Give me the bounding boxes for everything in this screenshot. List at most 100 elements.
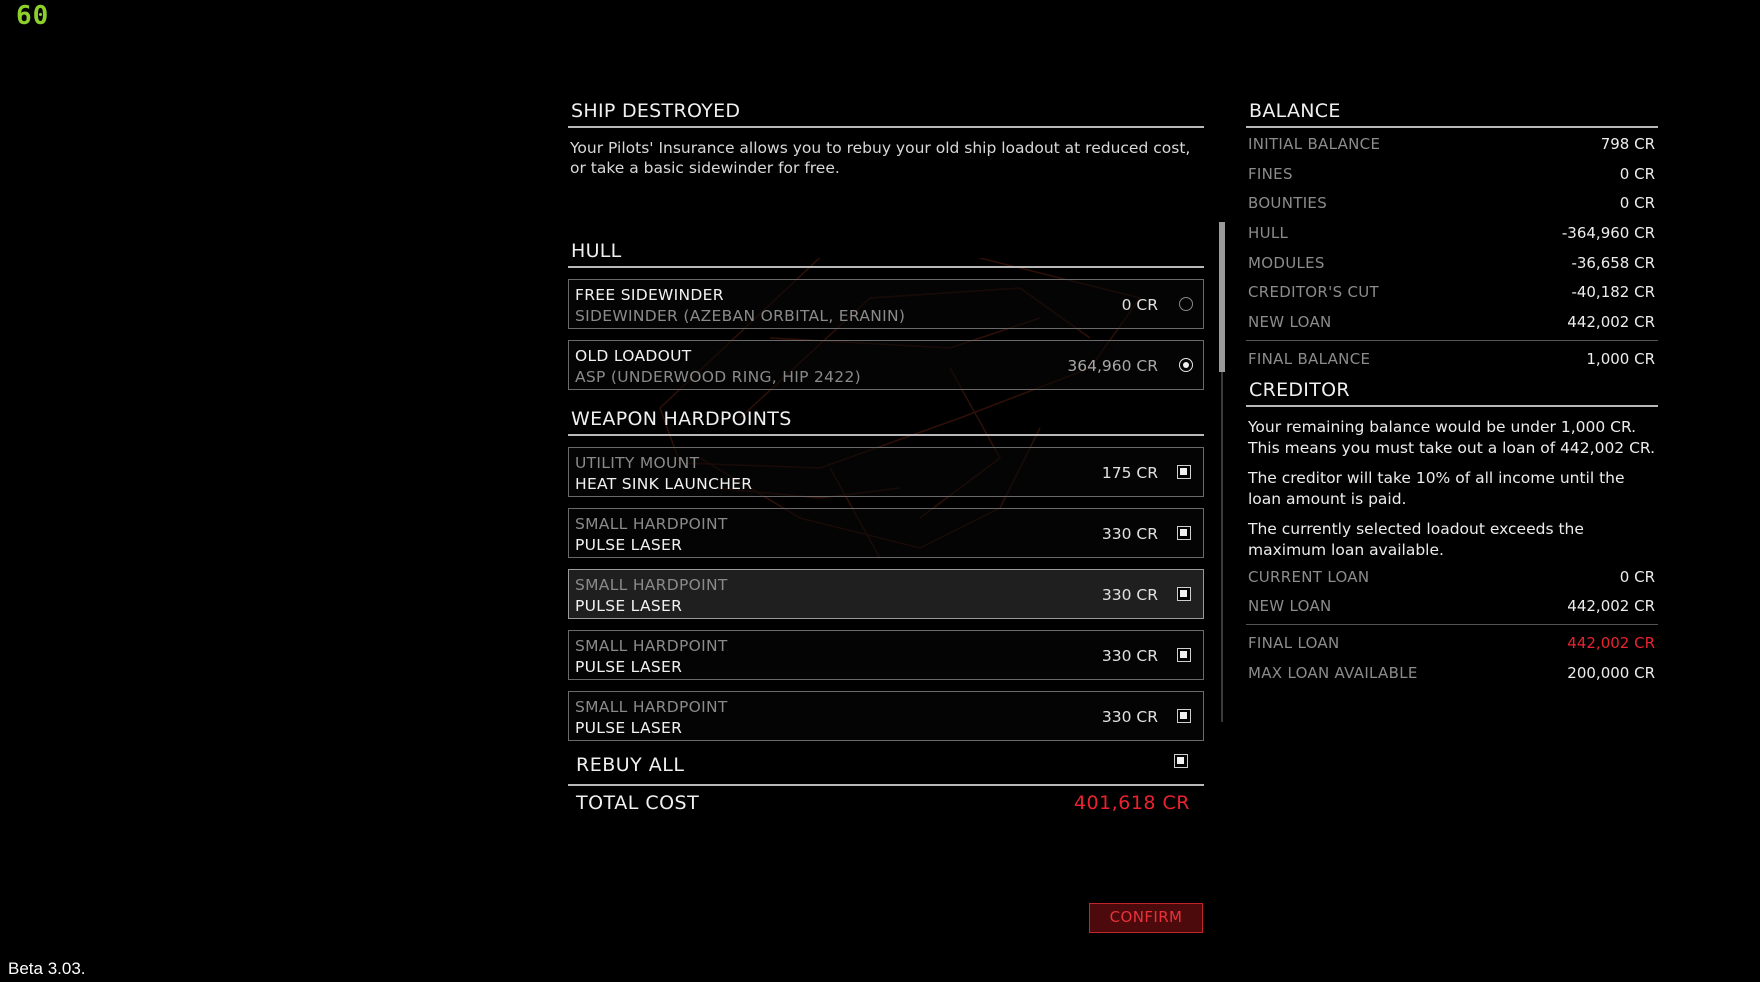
hull-option-detail: SIDEWINDER (AZEBAN ORBITAL, ERANIN) xyxy=(575,307,906,325)
weapon-module-name: PULSE LASER xyxy=(575,719,683,737)
hull-radio-button[interactable] xyxy=(1179,297,1193,311)
hull-option-name: OLD LOADOUT xyxy=(575,347,692,365)
creditor-note: The currently selected loadout exceeds t… xyxy=(1246,519,1658,561)
hull-radio-button[interactable] xyxy=(1179,358,1193,372)
rebuy-all-label: REBUY ALL xyxy=(576,754,685,776)
hull-section-title: HULL xyxy=(568,240,1204,268)
balance-row: MODULES -36,658 CR xyxy=(1246,247,1658,277)
final-balance-value: 1,000 CR xyxy=(1586,349,1655,368)
weapon-slot-name: SMALL HARDPOINT xyxy=(575,698,728,716)
loan-value: 442,002 CR xyxy=(1567,597,1655,616)
loan-label: CURRENT LOAN xyxy=(1248,567,1370,586)
creditor-note-line: The currently selected loadout exceeds t… xyxy=(1248,519,1584,538)
weapon-checkbox[interactable] xyxy=(1177,709,1191,723)
insurance-description: Your Pilots' Insurance allows you to reb… xyxy=(568,128,1204,178)
creditor-note-line: loan amount is paid. xyxy=(1248,489,1407,508)
balance-row: HULL -364,960 CR xyxy=(1246,217,1658,247)
weapon-item[interactable]: UTILITY MOUNT HEAT SINK LAUNCHER 175 CR xyxy=(568,447,1204,497)
divider xyxy=(1246,339,1658,341)
creditor-title: CREDITOR xyxy=(1246,379,1658,407)
creditor-note-line: This means you must take out a loan of 4… xyxy=(1248,438,1656,457)
weapon-checkbox[interactable] xyxy=(1177,465,1191,479)
ship-destroyed-title: SHIP DESTROYED xyxy=(568,100,1204,128)
hull-option-detail: ASP (UNDERWOOD RING, HIP 2422) xyxy=(575,368,861,386)
balance-row: FINES 0 CR xyxy=(1246,158,1658,188)
weapon-item[interactable]: SMALL HARDPOINT PULSE LASER 330 CR xyxy=(568,508,1204,558)
balance-value: -364,960 CR xyxy=(1561,224,1655,243)
balance-label: NEW LOAN xyxy=(1248,313,1332,332)
weapon-price: 175 CR xyxy=(1101,464,1158,482)
max-loan-value: 200,000 CR xyxy=(1567,663,1655,682)
balance-value: -40,182 CR xyxy=(1571,283,1655,302)
rebuy-panel: SHIP DESTROYED Your Pilots' Insurance al… xyxy=(568,100,1204,745)
fps-counter: 60 xyxy=(16,1,50,31)
weapon-price: 330 CR xyxy=(1101,525,1158,543)
balance-row: INITIAL BALANCE 798 CR xyxy=(1246,128,1658,158)
balance-label: HULL xyxy=(1248,224,1289,243)
creditor-note-line: Your remaining balance would be under 1,… xyxy=(1248,417,1637,436)
loan-label: NEW LOAN xyxy=(1248,597,1332,616)
weapon-module-name: PULSE LASER xyxy=(575,658,683,676)
creditor-note: Your remaining balance would be under 1,… xyxy=(1246,417,1658,459)
hull-option-price: 364,960 CR xyxy=(1067,357,1158,375)
divider xyxy=(1246,623,1658,625)
weapon-price: 330 CR xyxy=(1101,647,1158,665)
weapon-checkbox[interactable] xyxy=(1177,648,1191,662)
balance-label: MODULES xyxy=(1248,253,1325,272)
balance-label: INITIAL BALANCE xyxy=(1248,135,1381,153)
weapon-checkbox[interactable] xyxy=(1177,587,1191,601)
balance-label: FINES xyxy=(1248,164,1293,183)
loan-row: NEW LOAN 442,002 CR xyxy=(1246,590,1658,620)
weapon-item[interactable]: SMALL HARDPOINT PULSE LASER 330 CR xyxy=(568,630,1204,680)
weapon-slot-name: SMALL HARDPOINT xyxy=(575,637,728,655)
weapon-slot-name: SMALL HARDPOINT xyxy=(575,576,728,594)
weapon-item[interactable]: SMALL HARDPOINT PULSE LASER 330 CR xyxy=(568,691,1204,741)
weapon-module-name: PULSE LASER xyxy=(575,597,683,615)
hull-option-old-loadout[interactable]: OLD LOADOUT ASP (UNDERWOOD RING, HIP 242… xyxy=(568,340,1204,390)
creditor-note-line: The creditor will take 10% of all income… xyxy=(1248,468,1625,487)
balance-panel: BALANCE INITIAL BALANCE 798 CR FINES 0 C… xyxy=(1246,100,1658,686)
creditor-note: The creditor will take 10% of all income… xyxy=(1246,468,1658,510)
balance-row: CREDITOR'S CUT -40,182 CR xyxy=(1246,276,1658,306)
balance-value: 798 CR xyxy=(1600,135,1655,153)
weapon-checkbox[interactable] xyxy=(1177,526,1191,540)
rebuy-all-checkbox[interactable] xyxy=(1174,754,1188,768)
weapon-module-name: HEAT SINK LAUNCHER xyxy=(575,475,753,493)
final-loan-value: 442,002 CR xyxy=(1567,633,1655,652)
balance-row: BOUNTIES 0 CR xyxy=(1246,187,1658,217)
balance-title: BALANCE xyxy=(1246,100,1658,128)
final-balance-row: FINAL BALANCE 1,000 CR xyxy=(1246,343,1658,373)
final-balance-label: FINAL BALANCE xyxy=(1248,349,1371,368)
weapon-hardpoints-title: WEAPON HARDPOINTS xyxy=(568,408,1204,436)
hull-option-free-sidewinder[interactable]: FREE SIDEWINDER SIDEWINDER (AZEBAN ORBIT… xyxy=(568,279,1204,329)
total-cost-row: TOTAL COST 401,618 CR xyxy=(568,790,1204,820)
balance-value: -36,658 CR xyxy=(1571,253,1655,272)
weapon-item[interactable]: SMALL HARDPOINT PULSE LASER 330 CR xyxy=(568,569,1204,619)
weapon-slot-name: UTILITY MOUNT xyxy=(575,454,700,472)
final-loan-row: FINAL LOAN 442,002 CR xyxy=(1246,627,1658,657)
balance-label: CREDITOR'S CUT xyxy=(1248,283,1379,302)
total-cost-value: 401,618 CR xyxy=(1073,792,1190,814)
insurance-description-line: or take a basic sidewinder for free. xyxy=(570,159,840,177)
final-loan-label: FINAL LOAN xyxy=(1248,633,1340,652)
balance-value: 0 CR xyxy=(1619,194,1655,213)
list-scrollbar-thumb[interactable] xyxy=(1219,222,1225,372)
max-loan-row: MAX LOAN AVAILABLE 200,000 CR xyxy=(1246,657,1658,687)
balance-row: NEW LOAN 442,002 CR xyxy=(1246,306,1658,336)
hull-option-name: FREE SIDEWINDER xyxy=(575,286,724,304)
loan-row: CURRENT LOAN 0 CR xyxy=(1246,561,1658,591)
balance-label: BOUNTIES xyxy=(1248,194,1328,213)
confirm-button[interactable]: CONFIRM xyxy=(1089,903,1203,933)
hull-option-price: 0 CR xyxy=(1121,296,1158,314)
balance-value: 442,002 CR xyxy=(1567,313,1655,332)
total-cost-label: TOTAL COST xyxy=(576,792,700,814)
build-version: Beta 3.03. xyxy=(8,959,86,978)
loan-value: 0 CR xyxy=(1619,567,1655,586)
weapon-hardpoints-list[interactable]: UTILITY MOUNT HEAT SINK LAUNCHER 175 CR … xyxy=(568,436,1204,745)
rebuy-all-row[interactable]: REBUY ALL xyxy=(568,748,1204,786)
balance-value: 0 CR xyxy=(1619,164,1655,183)
weapon-module-name: PULSE LASER xyxy=(575,536,683,554)
max-loan-label: MAX LOAN AVAILABLE xyxy=(1248,663,1418,682)
creditor-note-line: maximum loan available. xyxy=(1248,540,1444,559)
insurance-description-line: Your Pilots' Insurance allows you to reb… xyxy=(570,139,1191,157)
